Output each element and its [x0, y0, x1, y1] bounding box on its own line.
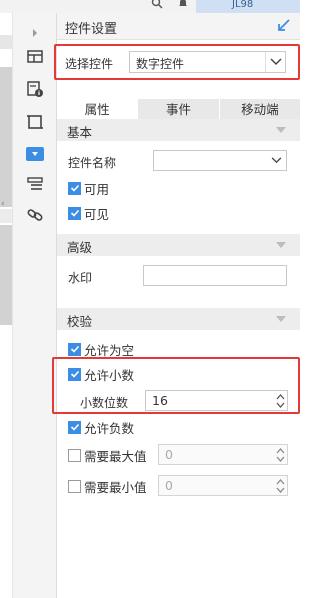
link-icon[interactable] [25, 205, 45, 225]
section-basic[interactable]: 基本 [57, 119, 300, 141]
section-advanced[interactable]: 高级 [57, 234, 300, 256]
chevron-down-icon [265, 52, 285, 72]
panel-header: 控件设置 [57, 13, 300, 40]
control-settings-panel: 控件设置 选择控件 数字控件 属性 事件 移动端 基本 控件名称 可用 可见 高… [52, 13, 300, 598]
select-control-value: 数字控件 [136, 57, 185, 71]
allow-negative-checkbox[interactable]: 允许负数 [68, 419, 135, 436]
settings-tabs: 属性 事件 移动端 [57, 99, 300, 121]
chevron-left-icon[interactable]: ‹ [1, 199, 5, 209]
section-validation[interactable]: 校验 [57, 308, 300, 330]
max-value-label: 需要最大值 [84, 448, 147, 464]
section-validation-title: 校验 [67, 314, 93, 329]
widget-dropdown-icon[interactable] [26, 147, 44, 161]
top-bar: JL98 [0, 0, 300, 13]
watermark-label: 水印 [68, 271, 93, 285]
canvas-block [0, 225, 12, 325]
decimal-places-input[interactable]: 16 [145, 390, 288, 411]
collapse-arrow-icon[interactable] [276, 17, 292, 33]
bell-icon[interactable] [177, 0, 189, 12]
enabled-label: 可用 [84, 181, 110, 197]
min-value-checkbox[interactable]: 需要最小值 [68, 478, 147, 495]
checkbox-checked[interactable] [68, 342, 81, 356]
max-value-checkbox[interactable]: 需要最大值 [68, 447, 147, 464]
section-advanced-title: 高级 [67, 240, 93, 255]
select-control-dropdown[interactable]: 数字控件 [129, 51, 286, 73]
control-name-dropdown[interactable] [153, 150, 287, 171]
section-collapse-icon[interactable] [276, 127, 286, 133]
min-value-input[interactable]: 0 [158, 475, 288, 496]
widget-toolbar [13, 13, 57, 598]
section-basic-title: 基本 [67, 125, 93, 140]
allow-decimal-checkbox[interactable]: 允许小数 [68, 366, 135, 383]
watermark-input[interactable] [143, 265, 287, 286]
allow-empty-checkbox[interactable]: 允许为空 [68, 341, 135, 358]
tab-mobile[interactable]: 移动端 [219, 99, 300, 121]
number-stepper[interactable] [274, 476, 287, 495]
checkbox-checked[interactable] [68, 181, 81, 195]
select-control-row: 选择控件 数字控件 [57, 49, 300, 75]
checkbox-checked[interactable] [68, 206, 81, 220]
frame-icon[interactable] [25, 112, 45, 132]
min-value-label: 需要最小值 [84, 479, 147, 495]
decimal-places-label: 小数位数 [80, 396, 129, 410]
section-collapse-icon[interactable] [276, 242, 286, 248]
visible-label: 可见 [84, 206, 110, 222]
allow-decimal-label: 允许小数 [84, 367, 135, 383]
canvas-strip [0, 35, 12, 49]
decimal-places-value: 16 [152, 393, 168, 408]
checkbox-unchecked[interactable] [68, 448, 81, 462]
search-icon[interactable] [151, 0, 163, 12]
control-name-label: 控件名称 [68, 156, 117, 170]
number-stepper[interactable] [274, 445, 287, 464]
canvas-block [0, 67, 12, 207]
section-collapse-icon[interactable] [276, 316, 286, 322]
enabled-checkbox[interactable]: 可用 [68, 180, 110, 197]
form-layout-icon[interactable] [25, 47, 45, 67]
chevron-down-icon [266, 151, 286, 170]
number-stepper[interactable] [274, 391, 287, 410]
max-value-input[interactable]: 0 [158, 444, 288, 465]
panel-title: 控件设置 [65, 22, 118, 37]
checkbox-checked[interactable] [68, 420, 81, 434]
tab-properties[interactable]: 属性 [57, 99, 139, 121]
design-canvas: ‹ [0, 13, 13, 598]
allow-negative-label: 允许负数 [84, 420, 135, 436]
checkbox-unchecked[interactable] [68, 479, 81, 493]
user-tag[interactable]: JL98 [196, 0, 300, 13]
min-value-value: 0 [165, 478, 173, 493]
select-control-label: 选择控件 [65, 57, 114, 71]
checkbox-checked[interactable] [68, 367, 81, 381]
max-value-value: 0 [165, 447, 173, 462]
visible-checkbox[interactable]: 可见 [68, 205, 110, 222]
allow-empty-label: 允许为空 [84, 342, 135, 358]
list-layout-icon[interactable] [25, 174, 45, 194]
chevron-right-icon[interactable] [25, 23, 45, 43]
form-info-icon[interactable] [25, 79, 45, 99]
canvas-strip [0, 209, 12, 223]
tab-events[interactable]: 事件 [138, 99, 220, 121]
